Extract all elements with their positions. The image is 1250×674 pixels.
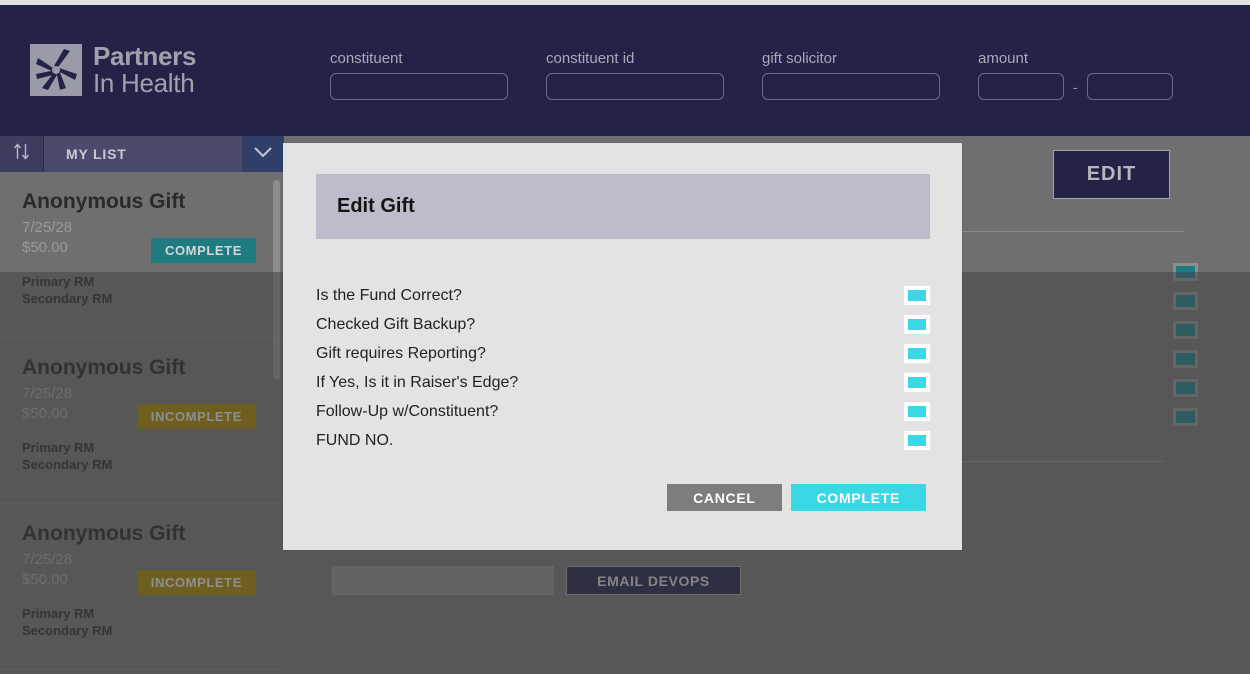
amount-min-input[interactable] <box>978 73 1064 100</box>
filter-constituent-label: constituent <box>330 50 403 67</box>
question-label: Is the Fund Correct? <box>316 286 462 304</box>
modal-action-bar: CANCEL COMPLETE <box>667 484 926 511</box>
sort-arrows-icon <box>13 142 30 166</box>
gift-solicitor-input[interactable] <box>762 73 940 100</box>
question-label: FUND NO. <box>316 431 394 449</box>
brand-wordmark: Partners In Health <box>93 43 196 96</box>
complete-button[interactable]: COMPLETE <box>790 484 926 511</box>
partners-in-health-logo-icon <box>30 43 82 96</box>
app-header: Partners In Health constituent constitue… <box>0 5 1250 136</box>
gift-date: 7/25/28 <box>22 219 73 236</box>
modal-row: If Yes, Is it in Raiser's Edge? <box>316 368 930 397</box>
question-checkbox[interactable] <box>904 344 930 363</box>
modal-row: Gift requires Reporting? <box>316 339 930 368</box>
amount-range-row: - <box>978 73 1173 100</box>
filter-gift-solicitor-label: gift solicitor <box>762 50 838 67</box>
chevron-down-icon <box>253 145 273 163</box>
edit-button[interactable]: EDIT <box>1053 150 1170 199</box>
question-checkbox[interactable] <box>904 402 930 421</box>
question-label: Checked Gift Backup? <box>316 315 476 333</box>
question-label: Follow-Up w/Constituent? <box>316 402 499 420</box>
brand-line-1: Partners <box>93 41 197 71</box>
question-label: If Yes, Is it in Raiser's Edge? <box>316 373 519 391</box>
filter-amount-label: amount <box>978 50 1029 67</box>
modal-row: Is the Fund Correct? <box>316 281 930 310</box>
modal-question-list: Is the Fund Correct? Checked Gift Backup… <box>316 281 930 455</box>
filter-constituent-id: constituent id <box>546 50 724 100</box>
list-dropdown-button[interactable] <box>242 136 284 172</box>
list-toolbar: MY LIST <box>0 136 284 172</box>
edit-gift-modal: Edit Gift Is the Fund Correct? Checked G… <box>283 143 962 550</box>
filter-amount: amount - <box>978 50 1173 100</box>
modal-row: Checked Gift Backup? <box>316 310 930 339</box>
sort-button[interactable] <box>0 136 44 172</box>
header-filters: constituent constituent id gift solicito… <box>330 50 1211 100</box>
question-checkbox[interactable] <box>904 431 930 450</box>
filter-gift-solicitor: gift solicitor <box>762 50 940 100</box>
modal-row: Follow-Up w/Constituent? <box>316 397 930 426</box>
question-checkbox[interactable] <box>904 373 930 392</box>
constituent-input[interactable] <box>330 73 508 100</box>
question-label: Gift requires Reporting? <box>316 344 486 362</box>
gift-title: Anonymous Gift <box>22 190 186 213</box>
brand-line-2: In Health <box>93 68 195 98</box>
filter-constituent-id-label: constituent id <box>546 50 635 67</box>
question-checkbox[interactable] <box>904 315 930 334</box>
brand-logo[interactable]: Partners In Health <box>30 43 196 96</box>
status-badge[interactable]: COMPLETE <box>150 238 256 263</box>
modal-row: FUND NO. <box>316 426 930 455</box>
modal-titlebar: Edit Gift <box>316 174 930 239</box>
filter-constituent: constituent <box>330 50 508 100</box>
amount-range-separator: - <box>1073 78 1078 95</box>
app-root: Partners In Health constituent constitue… <box>0 0 1250 674</box>
cancel-button[interactable]: CANCEL <box>667 484 782 511</box>
amount-max-input[interactable] <box>1086 73 1173 100</box>
modal-title: Edit Gift <box>337 195 415 217</box>
question-checkbox[interactable] <box>904 286 930 305</box>
list-name-label[interactable]: MY LIST <box>44 136 242 172</box>
constituent-id-input[interactable] <box>546 73 724 100</box>
